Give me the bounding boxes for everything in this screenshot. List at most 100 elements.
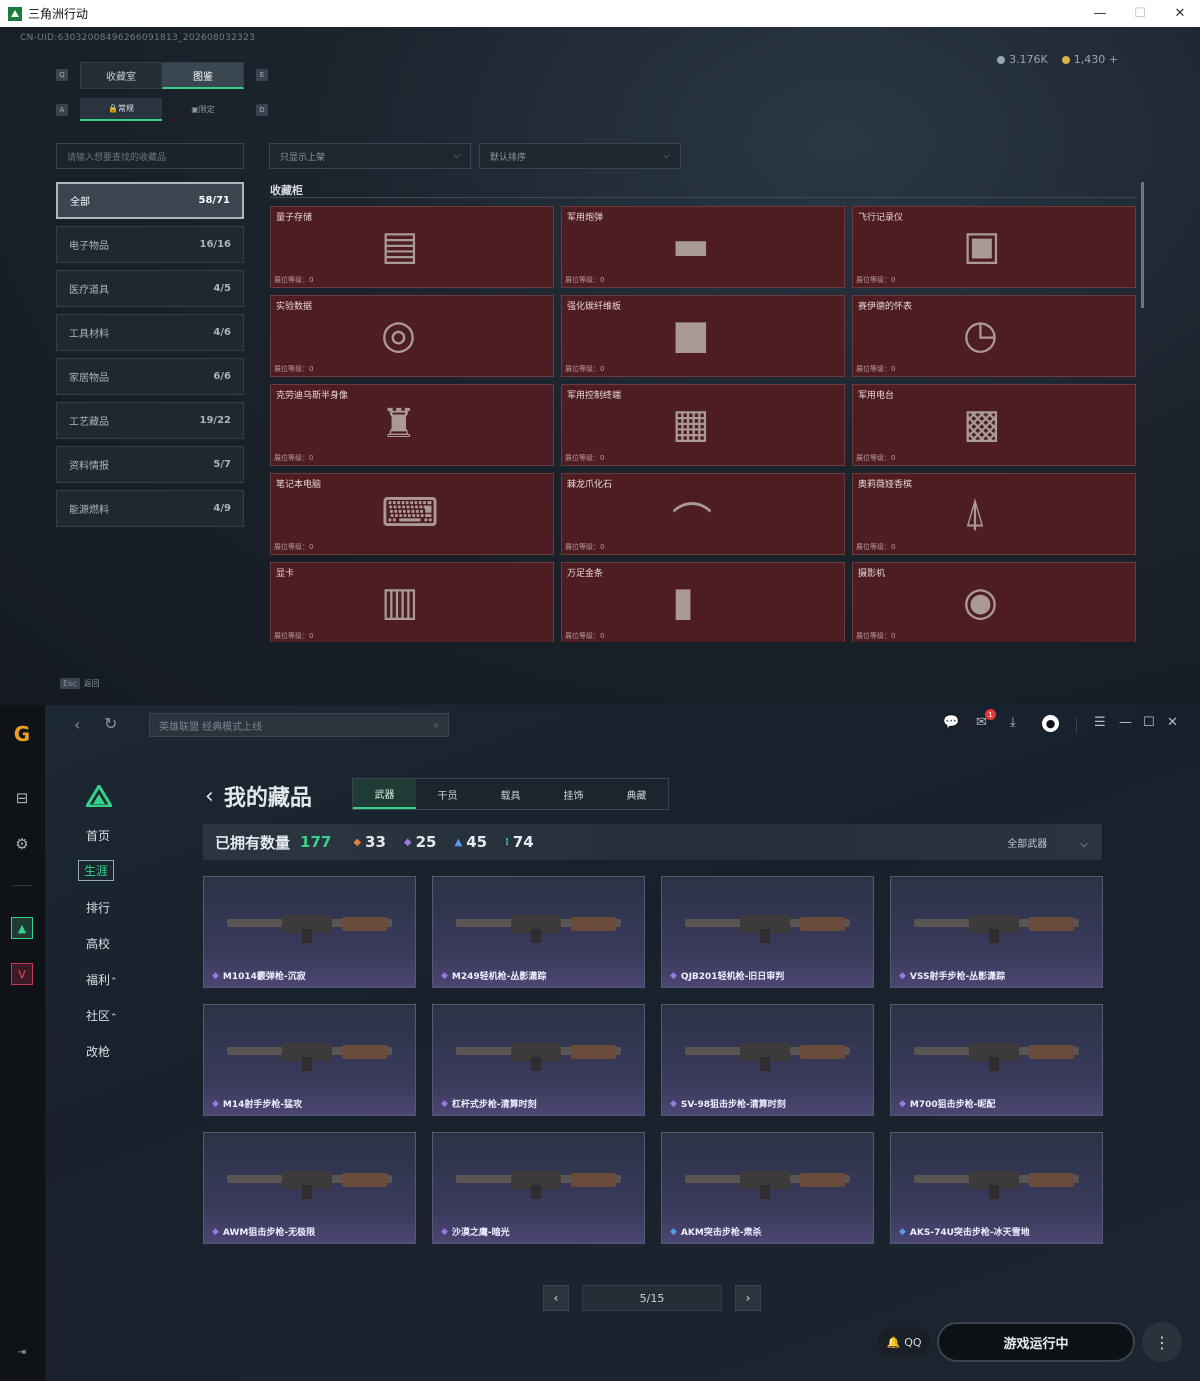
collection-item[interactable]: 飞行记录仪 ▣ 展位等级：0 — [852, 206, 1136, 288]
filter-dropdown[interactable]: 只显示上架 ⌵ — [269, 143, 471, 169]
chat-icon[interactable]: 💬 — [943, 715, 959, 730]
weapon-card[interactable]: ◆ 沙漠之鹰-暗光 — [432, 1132, 645, 1244]
game-running-button[interactable]: 游戏运行中 — [937, 1322, 1135, 1362]
item-image: ▣ — [963, 223, 1001, 269]
weapon-card[interactable]: ◆ M14射手步枪-猛攻 — [203, 1004, 416, 1116]
tab-collection-room[interactable]: 收藏室 — [80, 62, 162, 89]
item-image: ■ — [672, 312, 710, 358]
next-page-button[interactable]: › — [735, 1285, 761, 1311]
owned-count: 177 — [300, 833, 332, 851]
category-all[interactable]: 全部 58/71 — [56, 182, 244, 219]
category-tools[interactable]: 工具材料 4/6 — [56, 314, 244, 351]
add-currency-button[interactable]: + — [1109, 53, 1118, 66]
avatar[interactable]: ● — [1042, 715, 1059, 732]
close-icon[interactable]: ✕ — [1167, 715, 1178, 730]
nav-ranking[interactable]: 排行 — [86, 899, 110, 916]
nav-career[interactable]: 生涯 — [78, 860, 115, 881]
launcher-search-input[interactable]: 英雄联盟 经典模式上线 ⌕ — [149, 713, 449, 737]
back-hint[interactable]: Esc 返回 — [60, 678, 100, 689]
maximize-icon[interactable]: ☐ — [1143, 715, 1155, 730]
category-intel[interactable]: 资料情报 5/7 — [56, 446, 244, 483]
maximize-button[interactable]: ☐ — [1120, 0, 1160, 27]
tab-catalog[interactable]: 图鉴 — [162, 62, 244, 89]
collection-item[interactable]: 量子存储 ▤ 展位等级：0 — [270, 206, 554, 288]
weapon-card[interactable]: ◆ M1014霰弹枪-沉寂 — [203, 876, 416, 988]
collection-item[interactable]: 奥莉薇娅香槟 ⍋ 展位等级：0 — [852, 473, 1136, 555]
stat-orange: ◆ 33 — [353, 833, 386, 851]
tab-vehicles[interactable]: 载具 — [479, 779, 542, 809]
search-icon: ⌕ — [433, 719, 439, 731]
weapon-image — [685, 1043, 850, 1071]
delta-game-icon[interactable]: ▲ — [11, 917, 33, 939]
item-name: 实验数据 — [276, 302, 313, 312]
collection-item[interactable]: 笔记本电脑 ⌨ 展位等级：0 — [270, 473, 554, 555]
download-icon[interactable]: ⤓ — [1010, 715, 1016, 730]
weapon-card[interactable]: ◆ AKM突击步枪-肃杀 — [661, 1132, 874, 1244]
collection-item[interactable]: 棘龙爪化石 ⌒ 展位等级：0 — [561, 473, 845, 555]
weapon-image — [456, 1043, 621, 1071]
category-home[interactable]: 家居物品 6/6 — [56, 358, 244, 395]
collection-item[interactable]: 强化碳纤维板 ■ 展位等级：0 — [561, 295, 845, 377]
tab-classics[interactable]: 典藏 — [605, 779, 668, 809]
nav-gunsmith[interactable]: 改枪 — [86, 1043, 110, 1060]
back-arrow-icon[interactable]: ‹ — [205, 784, 214, 809]
weapon-card[interactable]: ◆ QJB201轻机枪-旧日审判 — [661, 876, 874, 988]
minimize-button[interactable]: — — [1080, 0, 1120, 27]
collection-item[interactable]: 赛伊德的怀表 ◷ 展位等级：0 — [852, 295, 1136, 377]
weapon-card[interactable]: ◆ M249轻机枪-丛影潇踪 — [432, 876, 645, 988]
subtab-limited[interactable]: ▣ 限定 — [162, 98, 244, 121]
collapse-sidebar-icon[interactable]: ⇥ — [15, 1345, 29, 1359]
nav-welfare[interactable]: 福利⌃ — [86, 971, 118, 988]
gamepad-icon[interactable]: ⚙ — [11, 833, 33, 855]
category-electronics[interactable]: 电子物品 16/16 — [56, 226, 244, 263]
prev-page-button[interactable]: ‹ — [543, 1285, 569, 1311]
subtab-regular[interactable]: 🔒 常规 — [80, 98, 162, 121]
collection-item[interactable]: 显卡 ▥ 展位等级：0 — [270, 562, 554, 642]
rarity-icon: ◆ — [899, 1098, 906, 1109]
category-medical[interactable]: 医疗道具 4/5 — [56, 270, 244, 307]
weapon-card[interactable]: ◆ VSS射手步枪-丛影潇踪 — [890, 876, 1103, 988]
nav-college[interactable]: 高校 — [86, 935, 110, 952]
more-options-icon[interactable]: ⋮ — [1142, 1322, 1182, 1362]
valorant-game-icon[interactable]: V — [11, 963, 33, 985]
item-level: 展位等级：0 — [856, 365, 896, 373]
minimize-icon[interactable]: — — [1119, 715, 1132, 730]
currency-1: 3.176K — [1009, 53, 1048, 66]
key-hint-q: Q — [56, 69, 68, 81]
collection-item[interactable]: 万足金条 ▮ 展位等级：0 — [561, 562, 845, 642]
weapon-filter-dropdown[interactable]: 全部武器 ⌵ — [1007, 835, 1088, 850]
nav-home[interactable]: 首页 — [86, 827, 110, 844]
rarity-icon: ◆ — [441, 1226, 448, 1237]
weapon-card[interactable]: ◆ AWM狙击步枪-无极限 — [203, 1132, 416, 1244]
bag-icon[interactable]: ⊟ — [11, 787, 33, 809]
category-fuel[interactable]: 能源燃料 4/9 — [56, 490, 244, 527]
weapon-card[interactable]: ◆ SV-98狙击步枪-清算时刻 — [661, 1004, 874, 1116]
tab-weapons[interactable]: 武器 — [353, 779, 416, 809]
weapon-card[interactable]: ◆ M700狙击步枪-昵配 — [890, 1004, 1103, 1116]
weapon-card[interactable]: ◆ AKS-74U突击步枪-冰天雪地 — [890, 1132, 1103, 1244]
qq-button[interactable]: 🔔 QQ — [878, 1327, 930, 1357]
collection-item[interactable]: 克劳迪乌斯半身像 ♜ 展位等级：0 — [270, 384, 554, 466]
collection-item[interactable]: 军用电台 ▩ 展位等级：0 — [852, 384, 1136, 466]
tab-charms[interactable]: 挂饰 — [542, 779, 605, 809]
collection-search-input[interactable]: 请输入想要查找的收藏品 — [56, 143, 244, 169]
nav-community[interactable]: 社区⌃ — [86, 1007, 118, 1024]
mail-icon[interactable]: ✉ 1 — [976, 709, 996, 730]
sidebar-divider — [12, 885, 32, 886]
menu-icon[interactable]: ☰ — [1094, 715, 1106, 730]
collection-scrollbar[interactable] — [1141, 182, 1144, 308]
refresh-icon[interactable]: ↻ — [104, 714, 117, 733]
close-button[interactable]: ✕ — [1160, 0, 1200, 27]
sort-dropdown[interactable]: 默认排序 ⌵ — [479, 143, 681, 169]
collection-item[interactable]: 军用炮弹 ▬ 展位等级：0 — [561, 206, 845, 288]
category-crafts[interactable]: 工艺藏品 19/22 — [56, 402, 244, 439]
collection-item[interactable]: 实验数据 ◎ 展位等级：0 — [270, 295, 554, 377]
collection-item[interactable]: 摄影机 ◉ 展位等级：0 — [852, 562, 1136, 642]
back-nav-icon[interactable]: ‹ — [74, 715, 80, 734]
tab-operators[interactable]: 干员 — [416, 779, 479, 809]
weapon-card[interactable]: ◆ 杠杆式步枪-清算时刻 — [432, 1004, 645, 1116]
rarity-icon: ◆ — [212, 970, 219, 981]
collection-item[interactable]: 军用控制终端 ▦ 展位等级：0 — [561, 384, 845, 466]
weapon-label: ◆ QJB201轻机枪-旧日审判 — [670, 969, 784, 983]
item-image: ⍋ — [963, 490, 987, 536]
